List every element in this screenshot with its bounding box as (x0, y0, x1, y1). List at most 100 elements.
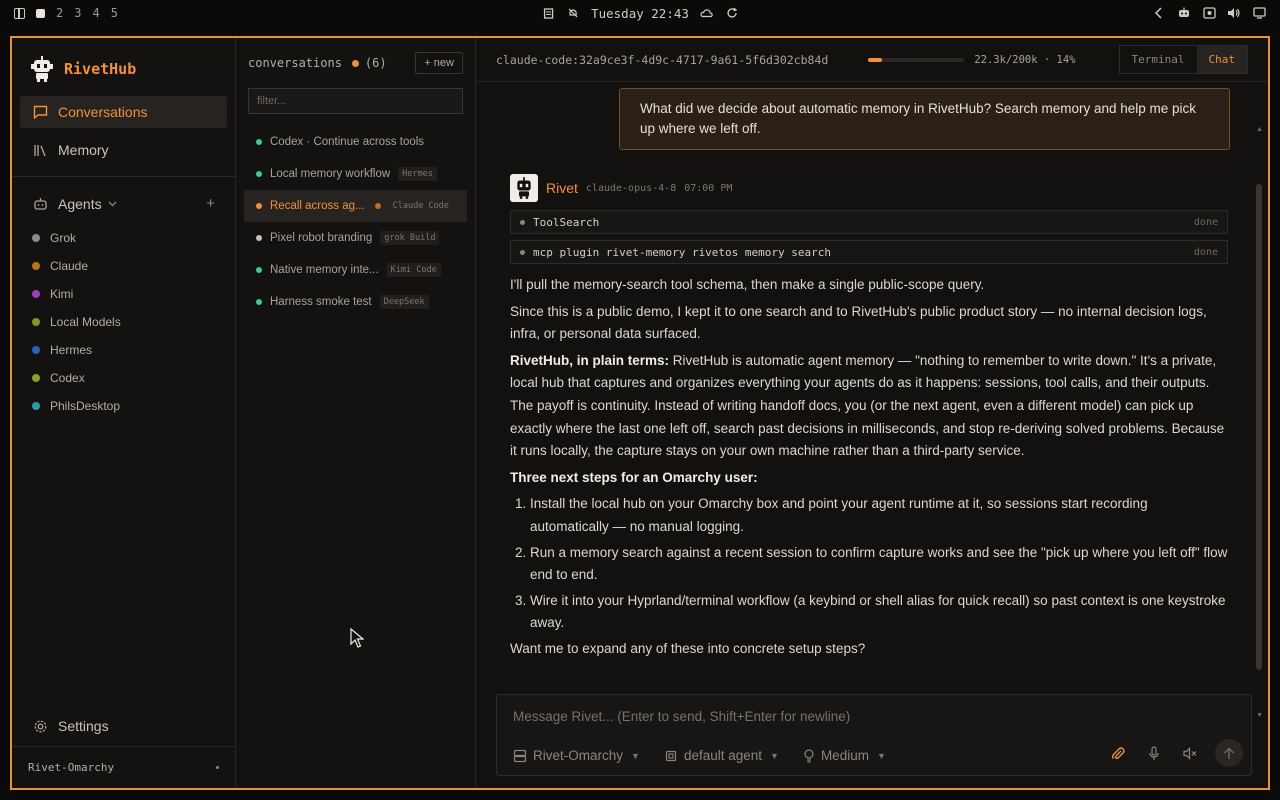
context-usage-fill (868, 57, 882, 62)
agent-item-kimi[interactable]: Kimi (12, 280, 235, 308)
agent-item-local-models[interactable]: Local Models (12, 308, 235, 336)
list-item: Install the local hub on your Omarchy bo… (530, 493, 1228, 538)
tool-call-memory-search[interactable]: mcp plugin rivet-memory rivetos memory s… (510, 240, 1228, 264)
app-launcher-icon[interactable] (14, 7, 25, 19)
steps-heading-text: Three next steps for an Omarchy user: (510, 469, 758, 485)
agent-item-codex[interactable]: Codex (12, 364, 235, 392)
scrollbar-thumb[interactable] (1256, 184, 1262, 670)
assistant-header: Rivet claude-opus-4-8 07:00 PM (510, 174, 1228, 202)
refresh-icon[interactable] (725, 6, 739, 20)
chevron-down-icon[interactable] (108, 201, 117, 207)
agent-item-grok[interactable]: Grok (12, 224, 235, 252)
robot-tray-icon[interactable] (1177, 6, 1191, 20)
session-id: claude-code:32a9ce3f-4d9c-4717-9a61-5f6d… (496, 52, 829, 67)
status-dot (32, 346, 40, 354)
workspace-4[interactable]: 4 (92, 6, 99, 20)
bold-lead: RivetHub, in plain terms: (510, 352, 670, 368)
agent-select-label: default agent (683, 748, 763, 763)
workspace-select-label: Rivet-Omarchy (533, 748, 624, 763)
server-icon (513, 749, 527, 762)
conversation-item-active[interactable]: Recall across ag... Claude Code (244, 190, 467, 222)
agent-name: Claude (50, 259, 89, 273)
paragraph: RivetHub, in plain terms: RivetHub is au… (510, 350, 1228, 463)
new-conversation-button[interactable]: + new (415, 52, 463, 74)
agent-tag: DeepSeek (379, 295, 429, 309)
filter-input[interactable]: filter... (248, 88, 463, 114)
status-dot (256, 171, 262, 177)
settings-button[interactable]: Settings (12, 718, 235, 734)
tool-status: done (1193, 246, 1218, 258)
agent-item-hermes[interactable]: Hermes (12, 336, 235, 364)
send-button[interactable] (1215, 739, 1243, 767)
agent-select[interactable]: default agent ▼ (664, 748, 779, 763)
screenshot-icon[interactable] (1202, 6, 1216, 20)
agents-label: Agents (58, 195, 102, 212)
nav-memory[interactable]: Memory (20, 134, 227, 166)
conversation-title: Recall across ag... (270, 200, 365, 212)
tool-call-toolsearch[interactable]: ToolSearch done (510, 210, 1228, 234)
notifications-muted-icon[interactable] (566, 6, 580, 20)
speaker-muted-icon[interactable] (1179, 742, 1201, 764)
message-composer[interactable]: Message Rivet... (Enter to send, Shift+E… (496, 694, 1252, 776)
workspace-2[interactable]: 2 (56, 6, 63, 20)
conversation-count: (6) (364, 56, 387, 70)
sidebar: RivetHub Conversations Memory Agents + G… (12, 38, 236, 788)
agent-item-claude[interactable]: Claude (12, 252, 235, 280)
conversation-item[interactable]: Harness smoke test DeepSeek (244, 286, 467, 318)
chat-bubble-icon (32, 104, 48, 120)
volume-icon[interactable] (1227, 6, 1241, 20)
conversation-item[interactable]: Pixel robot branding grok Build (244, 222, 467, 254)
notes-icon[interactable] (541, 6, 555, 20)
conversation-item[interactable]: Local memory workflow Hermes (244, 158, 467, 190)
mouse-cursor-icon (350, 628, 364, 648)
add-agent-icon[interactable]: + (206, 195, 215, 212)
nav-conversations[interactable]: Conversations (20, 96, 227, 128)
tab-chat[interactable]: Chat (1196, 46, 1247, 73)
workspace-footer[interactable]: Rivet-Omarchy (12, 746, 235, 788)
brand-name: RivetHub (64, 60, 137, 78)
message-input[interactable]: Message Rivet... (Enter to send, Shift+E… (513, 709, 850, 724)
conversation-item[interactable]: Codex · Continue across tools (244, 126, 467, 158)
activity-dot (374, 203, 381, 209)
attach-icon[interactable] (1107, 742, 1129, 764)
chevron-down-icon: ▼ (876, 750, 886, 761)
conversation-list-header: conversations (6) + new (236, 38, 475, 84)
conversation-item[interactable]: Native memory inte... Kimi Code (244, 254, 467, 286)
tab-terminal[interactable]: Terminal (1120, 46, 1197, 73)
display-icon[interactable] (1252, 6, 1266, 20)
scroll-up-icon[interactable]: ▲ (1256, 126, 1263, 133)
status-dot (256, 203, 262, 209)
conversation-title: Codex · Continue across tools (270, 136, 425, 148)
app-window: RivetHub Conversations Memory Agents + G… (10, 36, 1270, 790)
agent-name: Kimi (50, 287, 74, 301)
brand[interactable]: RivetHub (12, 38, 235, 96)
agent-item-philsdesktop[interactable]: PhilsDesktop (12, 392, 235, 420)
scrollbar[interactable] (1256, 136, 1262, 710)
composer-actions (1107, 739, 1243, 767)
status-dot (32, 374, 40, 382)
scroll-down-icon[interactable]: ▼ (1256, 712, 1263, 719)
microphone-icon[interactable] (1143, 742, 1165, 764)
paragraph: Since this is a public demo, I kept it t… (510, 303, 1207, 342)
effort-select[interactable]: Medium ▼ (803, 748, 886, 763)
workspace-5[interactable]: 5 (111, 6, 118, 20)
agent-name: Hermes (50, 343, 93, 357)
nav-memory-label: Memory (58, 142, 109, 158)
status-dot (256, 235, 262, 241)
clock[interactable]: Tuesday 22:43 (591, 6, 689, 21)
agents-section-header[interactable]: Agents + (12, 187, 235, 220)
agent-tag: grok Build (380, 231, 440, 245)
assistant-model: claude-opus-4-8 (585, 182, 677, 194)
bot-icon (32, 196, 48, 212)
agent-name: Codex (50, 371, 85, 385)
agent-list: Grok Claude Kimi Local Models Hermes Cod… (12, 224, 235, 420)
status-dot (32, 402, 40, 410)
chat-transcript[interactable]: What did we decide about automatic memor… (476, 82, 1268, 788)
agent-tag: Claude Code (392, 201, 449, 211)
workspace-1-active[interactable] (36, 8, 45, 18)
workspace-select[interactable]: Rivet-Omarchy ▼ (513, 748, 640, 763)
workspace-3[interactable]: 3 (74, 6, 81, 20)
cloud-icon[interactable] (700, 6, 714, 20)
chevron-left-icon[interactable] (1152, 6, 1166, 20)
tool-name: mcp plugin rivet-memory rivetos memory s… (533, 245, 832, 259)
